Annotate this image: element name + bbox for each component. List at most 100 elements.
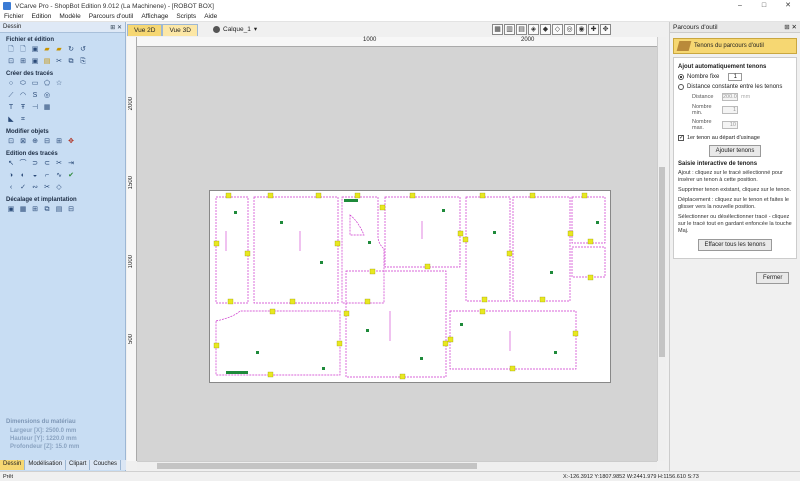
maximize-button[interactable]: □	[752, 0, 776, 12]
new-file-icon[interactable]: 🗋	[18, 45, 28, 55]
tab-2d-view[interactable]: Vue 2D	[127, 24, 163, 36]
min-count-field[interactable]: 1	[722, 106, 738, 114]
curve-fit-icon[interactable]: ⌒	[18, 159, 28, 169]
paste-icon[interactable]: ⎘	[78, 57, 88, 67]
minimize-button[interactable]: –	[728, 0, 752, 12]
fillet-icon[interactable]: ⌐	[42, 171, 52, 181]
chain-icon[interactable]: ∾	[30, 183, 40, 193]
text-icon[interactable]: T	[6, 103, 16, 113]
layer-selector[interactable]: Calque_1 ▾	[213, 25, 257, 33]
tab-layers[interactable]: Couches	[90, 460, 122, 470]
align-icon[interactable]: ⊞	[54, 137, 64, 147]
layout-icon[interactable]: ▤	[54, 205, 64, 215]
material-sheet[interactable]	[209, 190, 611, 383]
export-icon[interactable]: ▤	[42, 57, 52, 67]
distance-field[interactable]: 200.0	[722, 93, 738, 101]
menu-file[interactable]: Fichier	[0, 13, 28, 20]
smooth-icon[interactable]: ∿	[54, 171, 64, 181]
first-tab-checkbox[interactable]: ✓	[678, 135, 684, 141]
node-button[interactable]: ◇	[552, 24, 563, 35]
mirror-icon[interactable]: ⊟	[42, 137, 52, 147]
close-button[interactable]: ✕	[776, 0, 800, 12]
undo-icon[interactable]: ↺	[78, 45, 88, 55]
close-vector-icon[interactable]: ⊂	[42, 159, 52, 169]
tab-modeling[interactable]: Modélisation	[25, 460, 67, 470]
copy-icon[interactable]: ⧉	[42, 205, 52, 215]
spiral-icon[interactable]: ◎	[42, 91, 52, 101]
close-panel-button[interactable]: Fermer	[756, 272, 790, 284]
ellipse-icon[interactable]: ⬭	[18, 79, 28, 89]
max-count-field[interactable]: 10	[722, 121, 738, 129]
save-icon[interactable]: ▣	[30, 57, 40, 67]
clear-tabs-button[interactable]: Effacer tous les tenons	[697, 239, 773, 251]
scale-icon[interactable]: ⊠	[18, 137, 28, 147]
trim-icon[interactable]: ✂	[54, 159, 64, 169]
curve-icon[interactable]: S	[30, 91, 40, 101]
zoom-button[interactable]: ◎	[564, 24, 575, 35]
shape-icon[interactable]: ◣	[6, 115, 16, 125]
grid-icon[interactable]: ⊟	[66, 205, 76, 215]
distance-radio[interactable]	[678, 84, 684, 90]
cut-icon[interactable]: ✂	[54, 57, 64, 67]
pan-button[interactable]: ◉	[576, 24, 587, 35]
fixed-count-radio[interactable]	[678, 74, 684, 80]
tab-clipart[interactable]: Clipart	[66, 460, 91, 470]
distance-option[interactable]: Distance constante entre les tenons	[678, 84, 792, 90]
menu-view[interactable]: Affichage	[137, 13, 172, 20]
snap-button[interactable]: ◈	[528, 24, 539, 35]
chevron-left-icon[interactable]: ‹	[6, 183, 16, 193]
new-file-icon[interactable]: 🗋	[6, 45, 16, 55]
cut-vector-icon[interactable]: ✂	[42, 183, 52, 193]
star-icon[interactable]: ☆	[54, 79, 64, 89]
horizontal-scrollbar[interactable]	[137, 461, 657, 470]
tab-drawing[interactable]: Dessin	[0, 460, 26, 470]
fixed-count-field[interactable]: 1	[728, 73, 743, 81]
save-icon[interactable]: ▣	[30, 45, 40, 55]
diamond-icon[interactable]: ◇	[54, 183, 64, 193]
center-icon[interactable]: ✥	[66, 137, 76, 147]
pin-icon[interactable]: ⊞ ✕	[110, 24, 122, 31]
zoom-all-button[interactable]: ▦	[492, 24, 503, 35]
scroll-thumb[interactable]	[157, 463, 477, 469]
line-icon[interactable]: ⟋	[6, 91, 16, 101]
tab-3d-view[interactable]: Vue 3D	[162, 24, 198, 36]
folder-icon[interactable]: ▰	[54, 45, 64, 55]
menu-model[interactable]: Modèle	[55, 13, 84, 20]
table-icon[interactable]: ▦	[42, 103, 52, 113]
menu-edit[interactable]: Edition	[28, 13, 56, 20]
subtract-icon[interactable]: ◐	[18, 171, 28, 181]
weld-icon[interactable]: ◑	[6, 171, 16, 181]
menu-help[interactable]: Aide	[200, 13, 221, 20]
menu-toolpath[interactable]: Parcours d'outil	[85, 13, 138, 20]
arc-icon[interactable]: ◠	[18, 91, 28, 101]
select-button[interactable]: ◆	[540, 24, 551, 35]
copy-icon[interactable]: ⧉	[66, 57, 76, 67]
panel-controls-icon[interactable]: ⊞ ✕	[784, 23, 797, 31]
rulers-toggle-button[interactable]: ▤	[516, 24, 527, 35]
join-icon[interactable]: ⊃	[30, 159, 40, 169]
import-icon[interactable]: ⊞	[18, 57, 28, 67]
redo-icon[interactable]: ↻	[66, 45, 76, 55]
move-icon[interactable]: ⊡	[6, 137, 16, 147]
array-icon[interactable]: ⊞	[30, 205, 40, 215]
rectangle-icon[interactable]: ▭	[30, 79, 40, 89]
nesting-icon[interactable]: ▦	[18, 205, 28, 215]
scroll-thumb[interactable]	[659, 167, 665, 357]
grid-toggle-button[interactable]: ▥	[504, 24, 515, 35]
circle-icon[interactable]: ○	[6, 79, 16, 89]
transform-button[interactable]: ✥	[600, 24, 611, 35]
polygon-icon[interactable]: ⬠	[42, 79, 52, 89]
check-icon[interactable]: ✔	[66, 171, 76, 181]
measure-button[interactable]: ✚	[588, 24, 599, 35]
add-tabs-button[interactable]: Ajouter tenons	[708, 145, 762, 157]
intersect-icon[interactable]: ◒	[30, 171, 40, 181]
menu-scripts[interactable]: Scripts	[172, 13, 200, 20]
break-icon[interactable]: ✓	[18, 183, 28, 193]
offset-icon[interactable]: ▣	[6, 205, 16, 215]
first-tab-option[interactable]: ✓ 1er tenon au départ d'usinage	[678, 135, 792, 141]
job-setup-icon[interactable]: ⊡	[6, 57, 16, 67]
node-edit-icon[interactable]: ↖	[6, 159, 16, 169]
fixed-count-option[interactable]: Nombre fixe 1	[678, 73, 792, 81]
vertical-scrollbar[interactable]	[657, 37, 666, 461]
open-folder-icon[interactable]: ▰	[42, 45, 52, 55]
